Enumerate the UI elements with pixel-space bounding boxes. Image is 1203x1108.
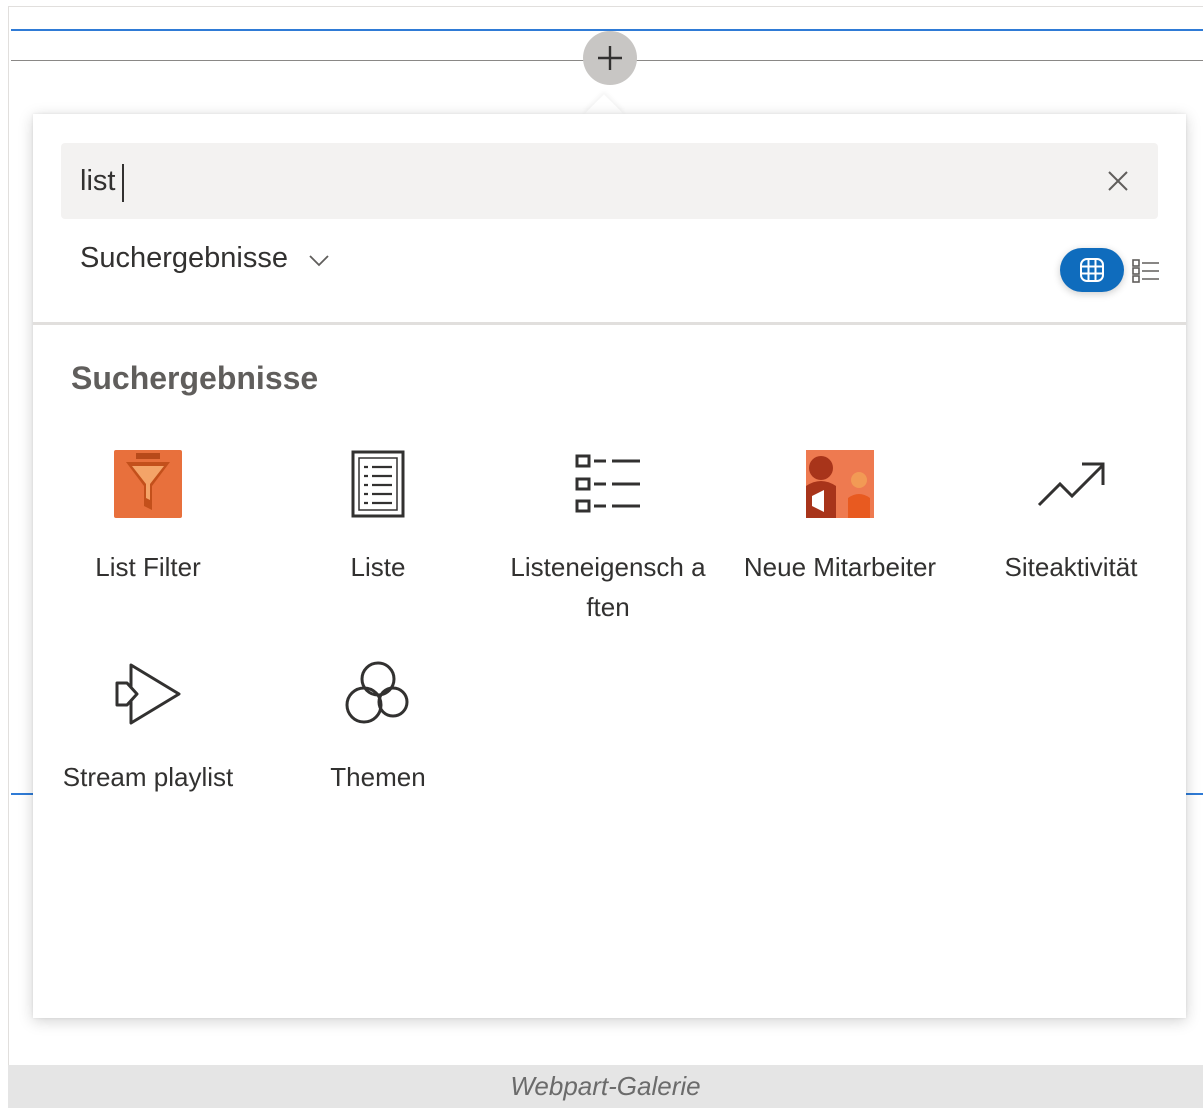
tile-siteaktivitaet[interactable]: Siteaktivität [961,449,1181,587]
grid-view-toggle[interactable] [1060,248,1124,292]
add-webpart-button[interactable] [583,31,637,85]
list-document-icon [343,449,413,519]
webpart-gallery-panel: Suchergebnisse Suchergebnisse [33,114,1186,1018]
trending-arrow-icon [1036,449,1106,519]
tile-label: Neue Mitarbeiter [743,552,937,582]
tile-label: List Filter [95,552,201,582]
plus-icon [598,46,622,70]
text-cursor [122,164,124,202]
tile-neue-mitarbeiter[interactable]: Neue Mitarbeiter [730,449,950,587]
tile-listeneigenschaften[interactable]: Listeneigensch aften [498,449,718,627]
category-label: Suchergebnisse [80,242,288,274]
tile-label: Listeneigensch aften [510,552,706,622]
list-view-icon [1132,259,1159,283]
tile-label: Themen [330,762,426,792]
search-input[interactable] [80,164,1060,198]
close-icon [1108,171,1128,191]
search-box[interactable] [61,143,1158,219]
tile-liste[interactable]: Liste [268,449,488,587]
list-properties-icon [573,449,643,519]
tile-label: Siteaktivität [1004,552,1138,582]
tile-themen[interactable]: Themen [268,659,488,797]
list-view-toggle[interactable] [1130,256,1162,286]
clear-search-button[interactable] [1102,165,1134,197]
list-filter-icon [113,449,183,519]
topics-icon [343,659,413,729]
header-divider [33,322,1186,325]
section-title: Suchergebnisse [71,360,319,396]
stream-playlist-icon [113,659,183,729]
tile-stream-playlist[interactable]: Stream playlist [38,659,258,797]
tile-label: Stream playlist [62,762,234,792]
tile-label: Liste [350,552,406,582]
category-dropdown[interactable]: Suchergebnisse [80,242,330,275]
image-caption: Webpart-Galerie [8,1065,1203,1108]
tile-list-filter[interactable]: List Filter [38,449,258,587]
grid-icon [1080,258,1104,282]
new-employees-icon [805,449,875,519]
chevron-down-icon [309,254,329,266]
